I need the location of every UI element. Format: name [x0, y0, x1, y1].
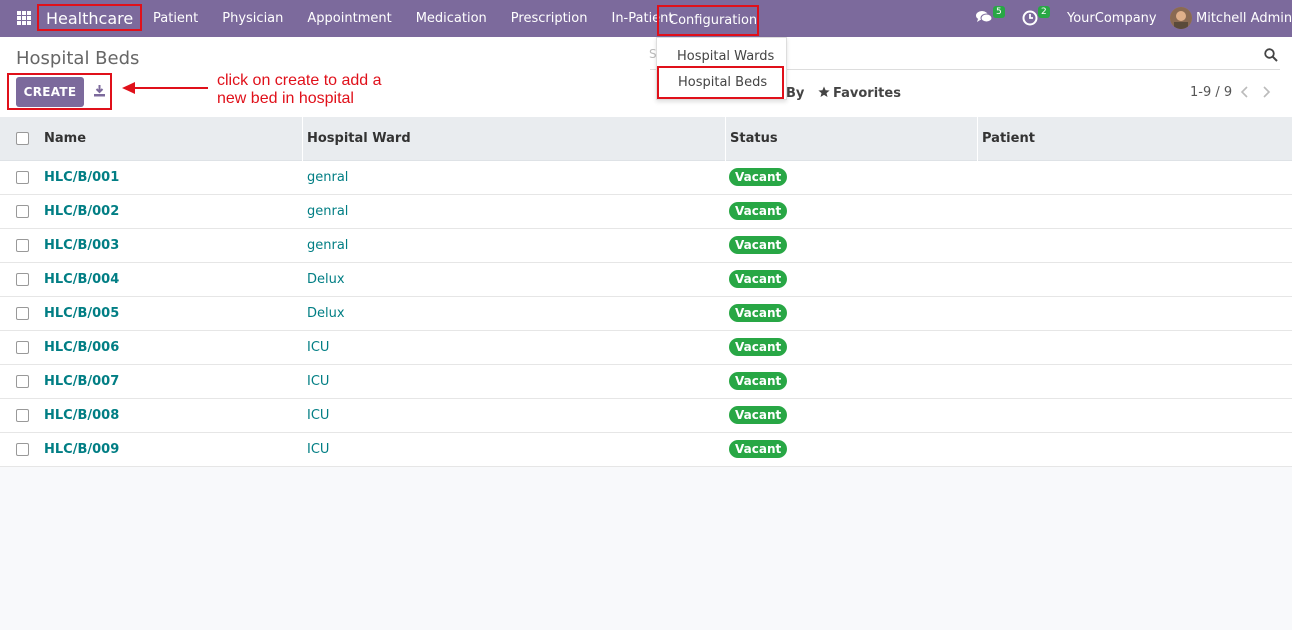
- column-divider: [977, 117, 978, 161]
- row-checkbox[interactable]: [16, 375, 29, 388]
- row-checkbox[interactable]: [16, 409, 29, 422]
- status-badge: Vacant: [729, 440, 788, 458]
- cell-hospital-ward[interactable]: genral: [307, 195, 348, 228]
- cell-hospital-ward[interactable]: genral: [307, 161, 348, 194]
- status-badge: Vacant: [729, 338, 788, 356]
- menu-appointment[interactable]: Appointment: [295, 0, 403, 37]
- group-by-button[interactable]: By: [786, 86, 804, 101]
- table-row[interactable]: HLC/B/004 Delux Vacant: [0, 263, 1292, 297]
- header-status[interactable]: Status: [730, 117, 778, 161]
- chat-count-badge: 5: [993, 6, 1005, 18]
- table-row[interactable]: HLC/B/008 ICU Vacant: [0, 399, 1292, 433]
- dropdown-item-hospital-wards[interactable]: Hospital Wards: [677, 49, 774, 64]
- search-icon[interactable]: [1264, 48, 1278, 62]
- select-all-checkbox[interactable]: [16, 132, 29, 145]
- status-badge: Vacant: [729, 304, 788, 322]
- menu-medication[interactable]: Medication: [404, 0, 499, 37]
- cell-name[interactable]: HLC/B/002: [44, 195, 119, 228]
- cell-name[interactable]: HLC/B/003: [44, 229, 119, 262]
- favorites-button[interactable]: Favorites: [818, 86, 901, 101]
- control-panel: Hospital Beds S CREATE click on create t…: [0, 37, 1292, 117]
- table-row[interactable]: HLC/B/007 ICU Vacant: [0, 365, 1292, 399]
- table-row[interactable]: HLC/B/009 ICU Vacant: [0, 433, 1292, 467]
- header-hospital-ward[interactable]: Hospital Ward: [307, 117, 411, 161]
- table-row[interactable]: HLC/B/001 genral Vacant: [0, 161, 1292, 195]
- cell-name[interactable]: HLC/B/001: [44, 161, 119, 194]
- row-checkbox[interactable]: [16, 307, 29, 320]
- cell-name[interactable]: HLC/B/005: [44, 297, 119, 330]
- cell-hospital-ward[interactable]: genral: [307, 229, 348, 262]
- table-header: Name Hospital Ward Status Patient: [0, 117, 1292, 161]
- table-row[interactable]: HLC/B/002 genral Vacant: [0, 195, 1292, 229]
- row-checkbox[interactable]: [16, 239, 29, 252]
- main-menu: Patient Physician Appointment Medication…: [141, 0, 686, 37]
- dropdown-item-hospital-beds-highlight: Hospital Beds: [657, 66, 784, 99]
- annotation-text: click on create to add a new bed in hosp…: [217, 72, 417, 108]
- cell-hospital-ward[interactable]: Delux: [307, 297, 345, 330]
- status-badge: Vacant: [729, 236, 788, 254]
- status-badge: Vacant: [729, 372, 788, 390]
- row-checkbox[interactable]: [16, 273, 29, 286]
- header-name[interactable]: Name: [44, 117, 86, 161]
- row-checkbox[interactable]: [16, 341, 29, 354]
- status-badge: Vacant: [729, 270, 788, 288]
- download-icon[interactable]: [93, 84, 106, 97]
- status-badge: Vacant: [729, 202, 788, 220]
- user-menu[interactable]: Mitchell Admin: [1196, 0, 1292, 37]
- cell-hospital-ward[interactable]: ICU: [307, 331, 329, 364]
- row-checkbox[interactable]: [16, 171, 29, 184]
- chevron-left-icon[interactable]: [1239, 85, 1251, 99]
- status-badge: Vacant: [729, 406, 788, 424]
- column-divider: [725, 117, 726, 161]
- company-switcher[interactable]: YourCompany: [1067, 0, 1157, 37]
- row-checkbox[interactable]: [16, 443, 29, 456]
- row-checkbox[interactable]: [16, 205, 29, 218]
- pager-value[interactable]: 1-9 / 9: [1190, 85, 1232, 100]
- table-row[interactable]: HLC/B/003 genral Vacant: [0, 229, 1292, 263]
- create-button[interactable]: CREATE: [16, 77, 84, 107]
- column-divider: [302, 117, 303, 161]
- cell-hospital-ward[interactable]: Delux: [307, 263, 345, 296]
- chat-icon[interactable]: [976, 10, 992, 24]
- chevron-right-icon[interactable]: [1260, 85, 1272, 99]
- menu-prescription[interactable]: Prescription: [499, 0, 600, 37]
- header-patient[interactable]: Patient: [982, 117, 1035, 161]
- app-brand[interactable]: Healthcare: [37, 4, 143, 31]
- dropdown-item-hospital-beds[interactable]: Hospital Beds: [678, 75, 767, 90]
- page-title: Hospital Beds: [16, 48, 140, 69]
- table-row[interactable]: HLC/B/006 ICU Vacant: [0, 331, 1292, 365]
- clock-icon[interactable]: [1022, 10, 1038, 26]
- annotation-line-2: new bed in hospital: [217, 90, 354, 107]
- favorites-label: Favorites: [833, 86, 901, 101]
- table-row[interactable]: HLC/B/005 Delux Vacant: [0, 297, 1292, 331]
- cell-name[interactable]: HLC/B/004: [44, 263, 119, 296]
- status-badge: Vacant: [729, 168, 788, 186]
- annotation-line-1: click on create to add a: [217, 72, 382, 89]
- menu-configuration[interactable]: Configuration: [657, 5, 759, 36]
- apps-grid-icon[interactable]: [17, 11, 31, 25]
- star-icon: [818, 86, 830, 97]
- annotation-arrow: [122, 82, 208, 94]
- cell-hospital-ward[interactable]: ICU: [307, 399, 329, 432]
- top-navbar: Healthcare Patient Physician Appointment…: [0, 0, 1292, 37]
- cell-name[interactable]: HLC/B/009: [44, 433, 119, 466]
- cell-hospital-ward[interactable]: ICU: [307, 365, 329, 398]
- avatar[interactable]: [1170, 7, 1192, 29]
- cell-name[interactable]: HLC/B/008: [44, 399, 119, 432]
- menu-physician[interactable]: Physician: [210, 0, 295, 37]
- cell-name[interactable]: HLC/B/006: [44, 331, 119, 364]
- beds-table: Name Hospital Ward Status Patient HLC/B/…: [0, 117, 1292, 467]
- cell-name[interactable]: HLC/B/007: [44, 365, 119, 398]
- activity-count-badge: 2: [1038, 6, 1050, 18]
- cell-hospital-ward[interactable]: ICU: [307, 433, 329, 466]
- menu-patient[interactable]: Patient: [141, 0, 210, 37]
